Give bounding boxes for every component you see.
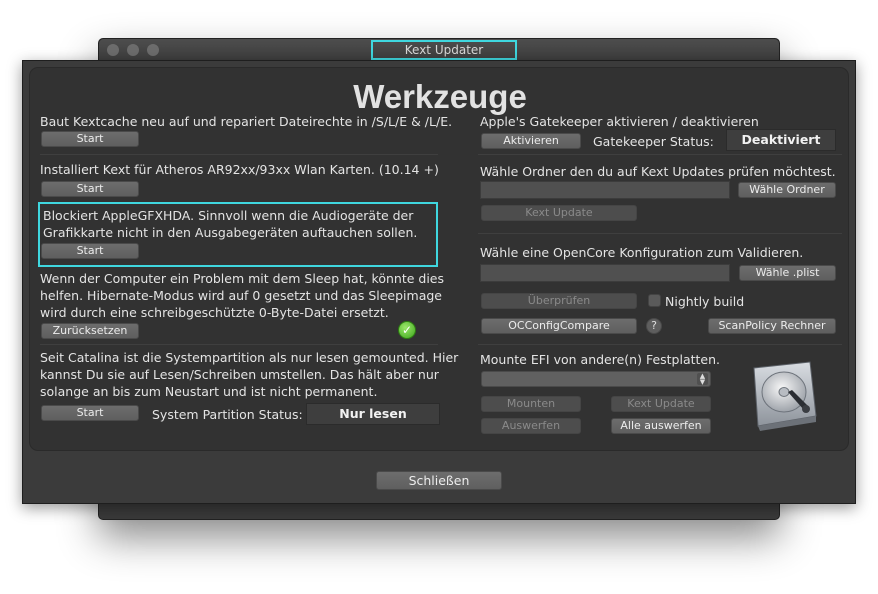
opencore-path-field[interactable] xyxy=(480,264,730,282)
close-button[interactable]: Schließen xyxy=(376,471,502,490)
kext-folder-title: Wähle Ordner den du auf Kext Updates prü… xyxy=(480,164,836,179)
efi-kext-update-button[interactable]: Kext Update xyxy=(611,396,711,412)
kextcache-description: Baut Kextcache neu auf und repariert Dat… xyxy=(40,114,453,129)
mount-button[interactable]: Mounten xyxy=(481,396,581,412)
gatekeeper-status-value: Deaktiviert xyxy=(726,129,836,151)
gatekeeper-activate-button[interactable]: Aktivieren xyxy=(481,133,581,149)
minimize-window-button[interactable] xyxy=(127,44,139,56)
chevron-up-down-icon: ▲ ▼ xyxy=(697,373,708,386)
choose-folder-button[interactable]: Wähle Ordner xyxy=(738,182,836,198)
kextcache-start-button[interactable]: Start xyxy=(41,131,139,147)
atheros-start-button[interactable]: Start xyxy=(41,181,139,197)
gfxhda-start-button[interactable]: Start xyxy=(41,243,139,259)
opencore-title: Wähle eine OpenCore Konfiguration zum Va… xyxy=(480,245,804,260)
sleep-description-line3: wird durch eine schreibgeschützte 0-Byte… xyxy=(40,305,389,320)
efi-disk-dropdown[interactable]: ▲ ▼ xyxy=(481,371,711,387)
titlebar: Kext Updater xyxy=(99,39,779,61)
gfxhda-description-line2: Grafikkarte nicht in den Ausgabegeräten … xyxy=(43,225,418,240)
check-circle-icon: ✓ xyxy=(398,321,416,339)
close-window-button[interactable] xyxy=(107,44,119,56)
catalina-description-line1: Seit Catalina ist die Systempartition al… xyxy=(40,350,459,365)
eject-all-button[interactable]: Alle auswerfen xyxy=(611,418,711,434)
system-partition-status-label: System Partition Status: xyxy=(152,407,303,422)
gfxhda-description-line1: Blockiert AppleGFXHDA. Sinnvoll wenn die… xyxy=(43,208,414,223)
page-title: Werkzeuge xyxy=(353,78,527,115)
sleep-description-line1: Wenn der Computer ein Problem mit dem Sl… xyxy=(40,271,445,286)
divider xyxy=(40,154,438,155)
occonfigcompare-button[interactable]: OCConfigCompare xyxy=(481,318,637,334)
catalina-description-line2: kannst Du sie auf Lesen/Schreiben umstel… xyxy=(40,367,439,382)
gatekeeper-title: Apple's Gatekeeper aktivieren / deaktivi… xyxy=(480,114,759,129)
kext-update-button[interactable]: Kext Update xyxy=(481,205,637,221)
window-title: Kext Updater xyxy=(371,40,517,60)
eject-button[interactable]: Auswerfen xyxy=(481,418,581,434)
divider xyxy=(478,344,842,345)
kext-folder-path-field[interactable] xyxy=(480,181,730,199)
validate-button[interactable]: Überprüfen xyxy=(481,293,637,309)
choose-plist-button[interactable]: Wähle .plist xyxy=(739,265,836,281)
atheros-description: Installiert Kext für Atheros AR92xx/93xx… xyxy=(40,162,439,177)
divider xyxy=(40,344,438,345)
gatekeeper-status-label: Gatekeeper Status: xyxy=(593,134,714,149)
nightly-build-label: Nightly build xyxy=(665,294,745,309)
sleep-description-line2: helfen. Hibernate-Modus wird auf 0 geset… xyxy=(40,288,442,303)
efi-title: Mounte EFI von andere(n) Festplatten. xyxy=(480,352,721,367)
divider xyxy=(478,154,842,155)
zoom-window-button[interactable] xyxy=(147,44,159,56)
system-partition-status-value: Nur lesen xyxy=(306,403,440,425)
catalina-start-button[interactable]: Start xyxy=(41,405,139,421)
divider xyxy=(478,233,842,234)
hard-drive-icon xyxy=(748,356,820,432)
help-icon[interactable]: ? xyxy=(646,318,662,334)
catalina-description-line3: solange an bis zum Neustart und ist nich… xyxy=(40,384,378,399)
scanpolicy-button[interactable]: ScanPolicy Rechner xyxy=(708,318,836,334)
sleep-reset-button[interactable]: Zurücksetzen xyxy=(41,323,139,339)
nightly-build-checkbox[interactable] xyxy=(648,294,661,307)
